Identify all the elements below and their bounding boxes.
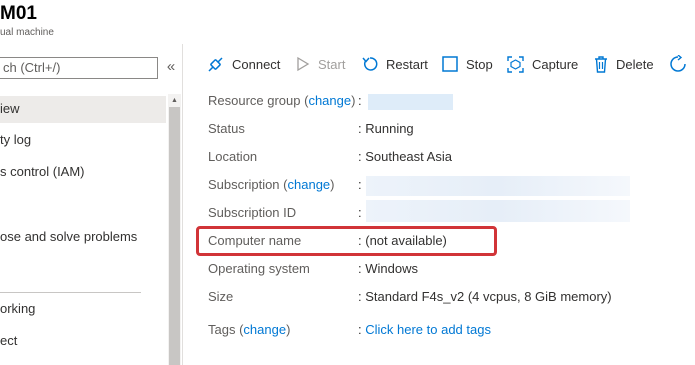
refresh-button[interactable]	[669, 54, 695, 74]
size-label: Size	[208, 289, 234, 304]
delete-label: Delete	[616, 56, 654, 72]
sidebar-item-label: orking	[0, 301, 36, 316]
restart-label: Restart	[386, 56, 428, 72]
resource-group-text: Resource group	[208, 93, 301, 108]
location-value: : Southeast Asia	[358, 149, 452, 164]
resource-group-value-redacted[interactable]	[368, 94, 453, 110]
sidebar-item-label: ect	[0, 333, 18, 348]
connect-plug-icon	[208, 56, 223, 72]
play-icon	[297, 56, 310, 72]
operating-system-value: : Windows	[358, 261, 418, 276]
start-button[interactable]: Start	[296, 54, 345, 74]
subscription-colon: :	[358, 177, 362, 192]
capture-label: Capture	[532, 56, 579, 72]
command-bar: Connect Start Restart Stop Capture Delet…	[183, 44, 695, 82]
sidebar-item-overview[interactable]: iew	[0, 96, 166, 123]
tags-value: : Click here to add tags	[358, 322, 491, 337]
subscription-text: Subscription	[208, 177, 280, 192]
sidebar-item-diagnose[interactable]: ose and solve problems	[0, 229, 166, 249]
change-resource-group-link[interactable]: change	[308, 93, 351, 108]
add-tags-link[interactable]: Click here to add tags	[365, 322, 491, 337]
sidebar-item-label: iew	[0, 101, 20, 116]
size-text: Standard F4s_v2 (4 vcpus, 8 GiB memory)	[365, 289, 612, 304]
resource-group-colon: :	[358, 93, 362, 108]
collapse-menu-button[interactable]: «	[163, 58, 179, 75]
sidebar-item-access-control[interactable]: s control (IAM)	[0, 164, 166, 184]
connect-label: Connect	[232, 56, 281, 72]
subscription-label: Subscription (change)	[208, 177, 335, 192]
scroll-up-arrow-icon[interactable]: ▲	[168, 94, 181, 107]
stop-square-icon	[442, 56, 458, 72]
connect-button[interactable]: Connect	[207, 54, 280, 74]
sidebar-divider	[182, 44, 183, 365]
sidebar-item-label: ose and solve problems	[0, 229, 138, 244]
trash-icon	[595, 55, 607, 73]
scrollbar-thumb[interactable]	[169, 107, 180, 365]
blade-header: M01 ual machine	[0, 0, 695, 44]
start-label: Start	[318, 56, 346, 72]
sidebar-item-label: ty log	[0, 132, 32, 147]
status-label: Status	[208, 121, 245, 136]
status-text: Running	[365, 121, 414, 136]
change-subscription-link[interactable]: change	[288, 177, 331, 192]
sidebar-item-activity-log[interactable]: ty log	[0, 132, 166, 152]
stop-button[interactable]: Stop	[442, 54, 493, 74]
resource-group-label: Resource group (change)	[208, 93, 356, 108]
location-label: Location	[208, 149, 258, 164]
sidebar-section-divider	[0, 292, 141, 293]
search-input[interactable]: ch (Ctrl+/)	[0, 57, 158, 79]
sidebar-item-connect[interactable]: ect	[0, 333, 166, 353]
operating-system-label: Operating system	[208, 261, 310, 276]
operating-system-text: Windows	[365, 261, 418, 276]
subscription-id-value-redacted	[366, 200, 630, 222]
size-value: : Standard F4s_v2 (4 vcpus, 8 GiB memory…	[358, 289, 612, 304]
page-title: M01	[0, 3, 37, 24]
sidebar-item-networking[interactable]: orking	[0, 301, 166, 321]
subscription-value-redacted[interactable]	[366, 176, 630, 196]
subscription-id-colon: :	[358, 205, 362, 220]
subscription-id-label: Subscription ID	[208, 205, 297, 220]
delete-button[interactable]: Delete	[594, 54, 654, 74]
stop-label: Stop	[466, 56, 493, 72]
highlight-annotation	[196, 226, 497, 256]
tags-label: Tags (change)	[208, 322, 291, 337]
capture-icon	[507, 55, 524, 73]
sidebar-item-label: s control (IAM)	[0, 164, 85, 179]
tags-text: Tags	[208, 322, 236, 337]
change-tags-link[interactable]: change	[243, 322, 286, 337]
restart-button[interactable]: Restart	[362, 54, 428, 74]
page-subtitle: ual machine	[0, 27, 54, 38]
capture-button[interactable]: Capture	[507, 54, 578, 74]
refresh-icon	[670, 55, 686, 72]
restart-icon	[362, 57, 378, 71]
location-text: Southeast Asia	[365, 149, 452, 164]
status-value: : Running	[358, 121, 414, 136]
